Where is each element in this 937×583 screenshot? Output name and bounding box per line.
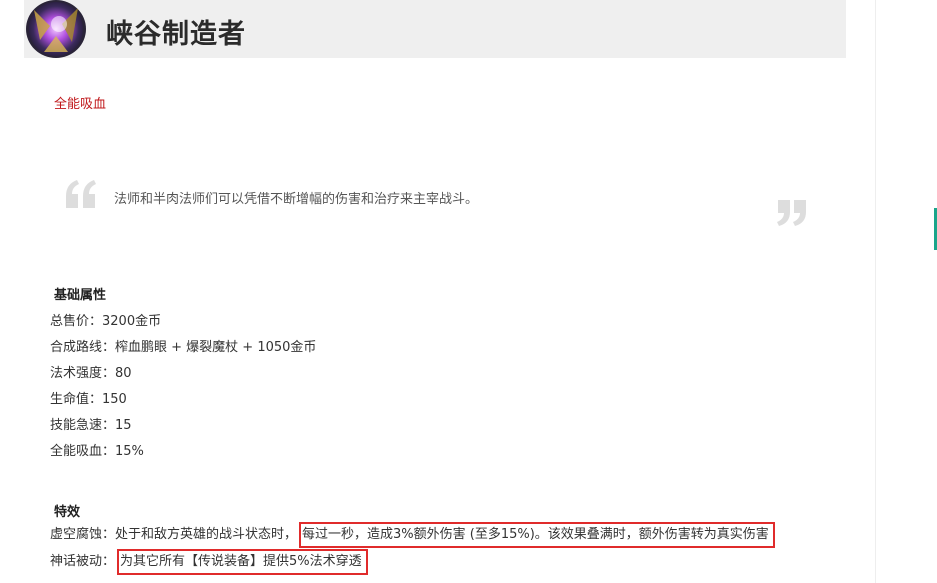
page-title: 峡谷制造者 <box>106 19 246 50</box>
effect-mythic-passive-prefix: 神话被动： <box>50 554 116 569</box>
effect-void-corruption: 虚空腐蚀：处于和敌方英雄的战斗状态时， 每过一秒，造成3%额外伤害 (至多15%)… <box>50 522 775 548</box>
effect-mythic-passive: 神话被动： 为其它所有【传说装备】提供5%法术穿透 <box>50 549 368 575</box>
item-detail-page: 峡谷制造者 全能吸血 法师和半肉法师们可以凭借不断增幅的伤害和治疗来主宰战斗。 … <box>0 0 937 583</box>
attribute-recipe: 合成路线：榨血鹏眼 + 爆裂魔杖 + 1050金币 <box>50 340 317 355</box>
item-description-quote: 法师和半肉法师们可以凭借不断增幅的伤害和治疗来主宰战斗。 <box>114 192 479 207</box>
attribute-ability-power: 法术强度：80 <box>50 366 132 381</box>
attribute-price: 总售价：3200金币 <box>50 314 162 329</box>
item-name-link[interactable]: 全能吸血 <box>54 93 106 112</box>
attributes-heading: 基础属性 <box>54 288 107 303</box>
open-quote-icon <box>66 180 96 208</box>
attribute-health: 生命值：150 <box>50 392 127 407</box>
item-avatar-image <box>26 0 86 58</box>
effects-heading: 特效 <box>54 505 81 520</box>
attribute-ability-haste: 技能急速：15 <box>50 418 132 433</box>
close-quote-icon <box>777 200 806 226</box>
effect-void-corruption-highlight: 每过一秒，造成3%额外伤害 (至多15%)。该效果叠满时，额外伤害转为真实伤害 <box>299 522 775 548</box>
effect-void-corruption-prefix: 虚空腐蚀：处于和敌方英雄的战斗状态时， <box>50 527 298 542</box>
attribute-omnivamp: 全能吸血：15% <box>50 444 144 459</box>
right-divider <box>875 0 876 583</box>
item-avatar <box>26 0 86 58</box>
effect-mythic-passive-highlight: 为其它所有【传说装备】提供5%法术穿透 <box>117 549 368 575</box>
